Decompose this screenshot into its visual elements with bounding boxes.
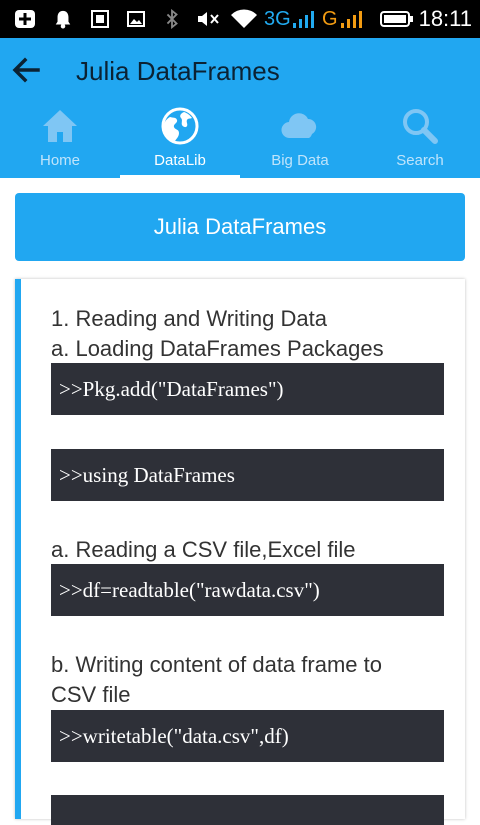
signal-3g-icon xyxy=(293,11,314,28)
signal-g-icon xyxy=(341,11,362,28)
image-icon xyxy=(127,11,145,27)
subheading-writing-line2: CSV file xyxy=(51,682,131,707)
active-tab-indicator xyxy=(120,175,240,178)
content-card: 1. Reading and Writing Data a. Loading D… xyxy=(15,279,465,825)
section-heading: 1. Reading and Writing Data xyxy=(51,306,327,331)
mute-icon xyxy=(198,12,219,26)
tab-datalib-label: DataLib xyxy=(154,152,206,169)
tab-home-label: Home xyxy=(39,152,80,169)
tab-big-data-label: Big Data xyxy=(271,152,329,169)
tab-bar: Home DataLib Big Data Search xyxy=(0,98,480,178)
home-icon xyxy=(43,110,77,142)
back-arrow-icon[interactable] xyxy=(8,52,44,88)
clock: 18:11 xyxy=(418,6,472,31)
cloud-icon xyxy=(281,113,317,139)
subheading-writing-line1: b. Writing content of data frame to xyxy=(51,652,382,677)
code-block-pkg-add: >>Pkg.add("DataFrames") xyxy=(51,363,444,415)
tab-big-data[interactable]: Big Data xyxy=(240,98,360,178)
subheading-loading-packages: a. Loading DataFrames Packages xyxy=(51,336,384,361)
status-bar: 3G G 18:11 xyxy=(0,0,480,38)
code-block-readtable: >>df=readtable("rawdata.csv") xyxy=(51,564,444,616)
wifi-icon xyxy=(231,9,257,28)
screenshot-icon xyxy=(91,10,109,28)
search-icon xyxy=(403,109,438,144)
network-3g-label: 3G xyxy=(264,8,291,30)
section-banner: Julia DataFrames xyxy=(15,193,465,261)
app-bar: Julia DataFrames Home DataLib Big Data S… xyxy=(0,38,480,178)
network-g-label: G xyxy=(322,8,338,30)
tab-datalib[interactable]: DataLib xyxy=(120,98,240,178)
code-block-writetable: >>writetable("data.csv",df) xyxy=(51,710,444,762)
tab-home[interactable]: Home xyxy=(0,98,120,178)
bluetooth-icon xyxy=(166,9,178,29)
battery-icon xyxy=(380,11,413,27)
globe-icon xyxy=(161,107,199,145)
code-block-using: >>using DataFrames xyxy=(51,449,444,501)
subheading-reading-csv: a. Reading a CSV file,Excel file xyxy=(51,537,356,562)
add-notification-icon xyxy=(15,10,35,28)
tab-search[interactable]: Search xyxy=(360,98,480,178)
tab-search-label: Search xyxy=(396,152,444,169)
page-title: Julia DataFrames xyxy=(76,56,280,86)
bell-icon xyxy=(55,10,71,29)
